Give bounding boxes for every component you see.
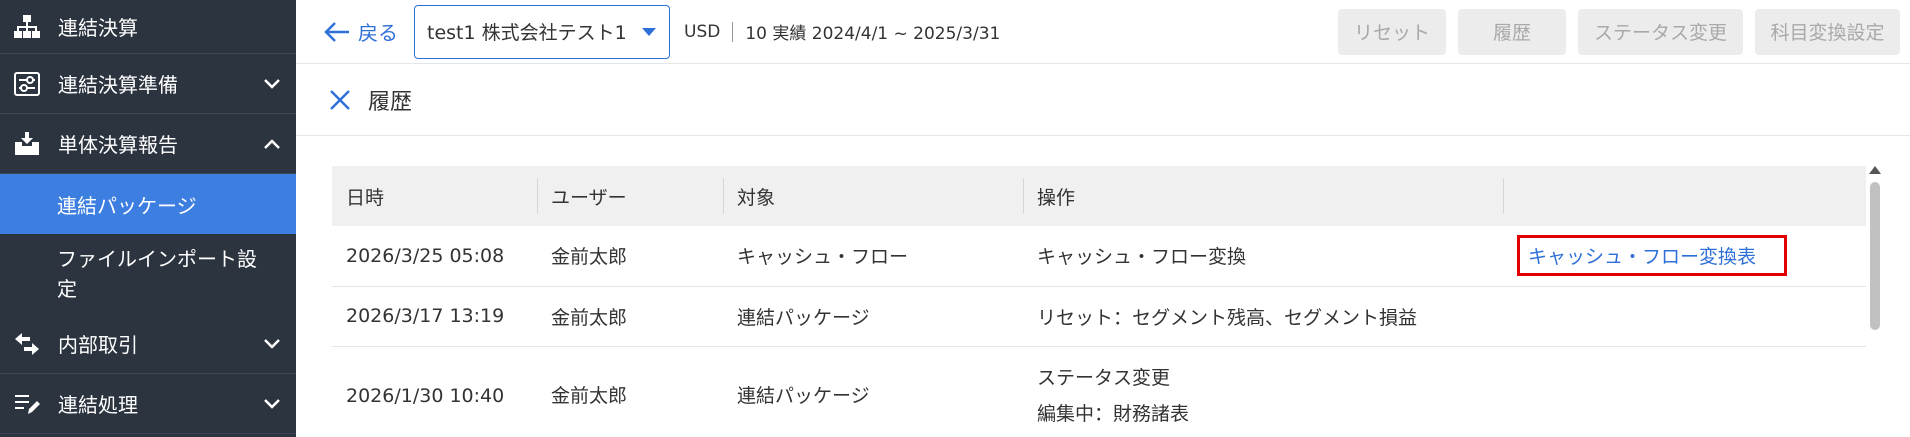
column-header-action: [1503, 166, 1866, 226]
sidebar-item-label: 内部取引: [58, 333, 138, 357]
cell-target: キャッシュ・フロー: [723, 226, 1023, 287]
cell-action: [1503, 286, 1866, 347]
sidebar-item-file-import-settings[interactable]: ファイルインポート設定: [0, 234, 296, 314]
sidebar-item-label: 連結処理: [58, 393, 138, 417]
cell-user: 金前太郎: [537, 286, 723, 347]
table-row: 2026/3/17 13:19 金前太郎 連結パッケージ リセット：セグメント残…: [332, 286, 1866, 347]
sidebar-item-label: ファイルインポート設定: [57, 247, 257, 301]
list-edit-icon: [12, 389, 42, 419]
column-header-user: ユーザー: [537, 166, 723, 226]
status-change-button[interactable]: ステータス変更: [1578, 8, 1743, 55]
inbox-icon: [12, 129, 42, 159]
chevron-down-icon: [258, 390, 286, 418]
period-label: 10 実績 2024/4/1 ~ 2025/3/31: [745, 24, 1001, 44]
cell-datetime: 2026/3/25 05:08: [332, 226, 537, 287]
chevron-up-icon: [258, 130, 286, 158]
cell-target: 連結パッケージ: [723, 346, 1023, 437]
sidebar-item-consolidated-package[interactable]: 連結パッケージ: [0, 174, 296, 234]
panel-title: 履歴: [368, 89, 413, 115]
sidebar-item-consolidated-closing[interactable]: 連結決算: [0, 0, 296, 54]
column-header-label: 対象: [737, 186, 776, 209]
table-header-row: 日時 ユーザー 対象 操作: [332, 166, 1866, 226]
cell-user: 金前太郎: [537, 226, 723, 287]
history-panel-header: 履歴: [296, 64, 1910, 136]
sidebar-item-label: 連結決算準備: [58, 73, 178, 97]
arrow-left-icon: [324, 21, 349, 42]
company-select[interactable]: test1 株式会社テスト1: [414, 4, 670, 59]
close-icon[interactable]: [326, 86, 354, 114]
cell-datetime: 2026/3/17 13:19: [332, 286, 537, 347]
org-chart-icon: [12, 12, 42, 42]
cash-flow-conversion-table-link[interactable]: キャッシュ・フロー変換表: [1528, 246, 1756, 268]
top-bar: 戻る test1 株式会社テスト1 USD 10 実績 2024/4/1 ~ 2…: [296, 0, 1910, 64]
column-header-datetime: 日時: [332, 166, 537, 226]
operation-line-2: 編集中：財務諸表: [1037, 403, 1190, 425]
history-button[interactable]: 履歴: [1458, 8, 1566, 55]
caret-down-icon: [642, 27, 656, 36]
sidebar-item-intercompany[interactable]: 内部取引: [0, 314, 296, 374]
column-header-operation: 操作: [1023, 166, 1503, 226]
cell-datetime: 2026/1/30 10:40: [332, 346, 537, 437]
table-row: 2026/3/25 05:08 金前太郎 キャッシュ・フロー キャッシュ・フロー…: [332, 226, 1866, 287]
cell-operation: リセット：セグメント残高、セグメント損益: [1023, 286, 1503, 347]
cell-action: キャッシュ・フロー変換表: [1503, 226, 1866, 287]
transfer-icon: [12, 329, 42, 359]
sidebar-item-consolidation-prep[interactable]: 連結決算準備: [0, 54, 296, 114]
vertical-scrollbar[interactable]: [1867, 166, 1883, 437]
cell-action: [1503, 346, 1866, 437]
scroll-up-arrow-icon[interactable]: [1869, 166, 1881, 174]
sidebar-item-label: 単体決算報告: [58, 133, 178, 157]
column-header-label: 操作: [1037, 186, 1076, 209]
chevron-down-icon: [258, 330, 286, 358]
cell-operation: ステータス変更 編集中：財務諸表: [1023, 346, 1503, 437]
sidebar-item-label: 連結パッケージ: [57, 193, 197, 218]
back-label: 戻る: [358, 21, 398, 45]
highlight-box: キャッシュ・フロー変換表: [1517, 235, 1788, 277]
table-row: 2026/1/30 10:40 金前太郎 連結パッケージ ステータス変更 編集中…: [332, 346, 1866, 437]
scroll-thumb[interactable]: [1870, 182, 1880, 330]
cell-operation: キャッシュ・フロー変換: [1023, 226, 1503, 287]
column-header-label: 日時: [346, 186, 385, 209]
column-header-target: 対象: [723, 166, 1023, 226]
cell-user: 金前太郎: [537, 346, 723, 437]
back-button[interactable]: 戻る: [324, 17, 398, 46]
reset-button[interactable]: リセット: [1338, 8, 1446, 55]
history-table-wrap: 日時 ユーザー 対象 操作 2026/3/25 05:08 金前太郎 キャッシュ…: [332, 166, 1866, 437]
sidebar: 連結決算 連結決算準備 単体決算報告 連結パッケージ ファイルインポート設定 内…: [0, 0, 296, 437]
company-select-value: test1 株式会社テスト1: [427, 22, 627, 44]
sliders-icon: [12, 69, 42, 99]
cell-target: 連結パッケージ: [723, 286, 1023, 347]
main-content: 戻る test1 株式会社テスト1 USD 10 実績 2024/4/1 ~ 2…: [296, 0, 1910, 437]
column-header-label: ユーザー: [551, 186, 627, 209]
chevron-down-icon: [258, 70, 286, 98]
operation-line-1: ステータス変更: [1037, 367, 1171, 389]
sidebar-item-single-report[interactable]: 単体決算報告: [0, 114, 296, 174]
currency-label: USD: [684, 21, 734, 42]
toolbar-buttons: リセット 履歴 ステータス変更 科目変換設定: [1338, 8, 1900, 55]
sidebar-item-label: 連結決算: [58, 16, 138, 40]
history-table: 日時 ユーザー 対象 操作 2026/3/25 05:08 金前太郎 キャッシュ…: [332, 166, 1866, 437]
sidebar-item-consolidation-process[interactable]: 連結処理: [0, 374, 296, 434]
account-conversion-settings-button[interactable]: 科目変換設定: [1755, 8, 1900, 55]
